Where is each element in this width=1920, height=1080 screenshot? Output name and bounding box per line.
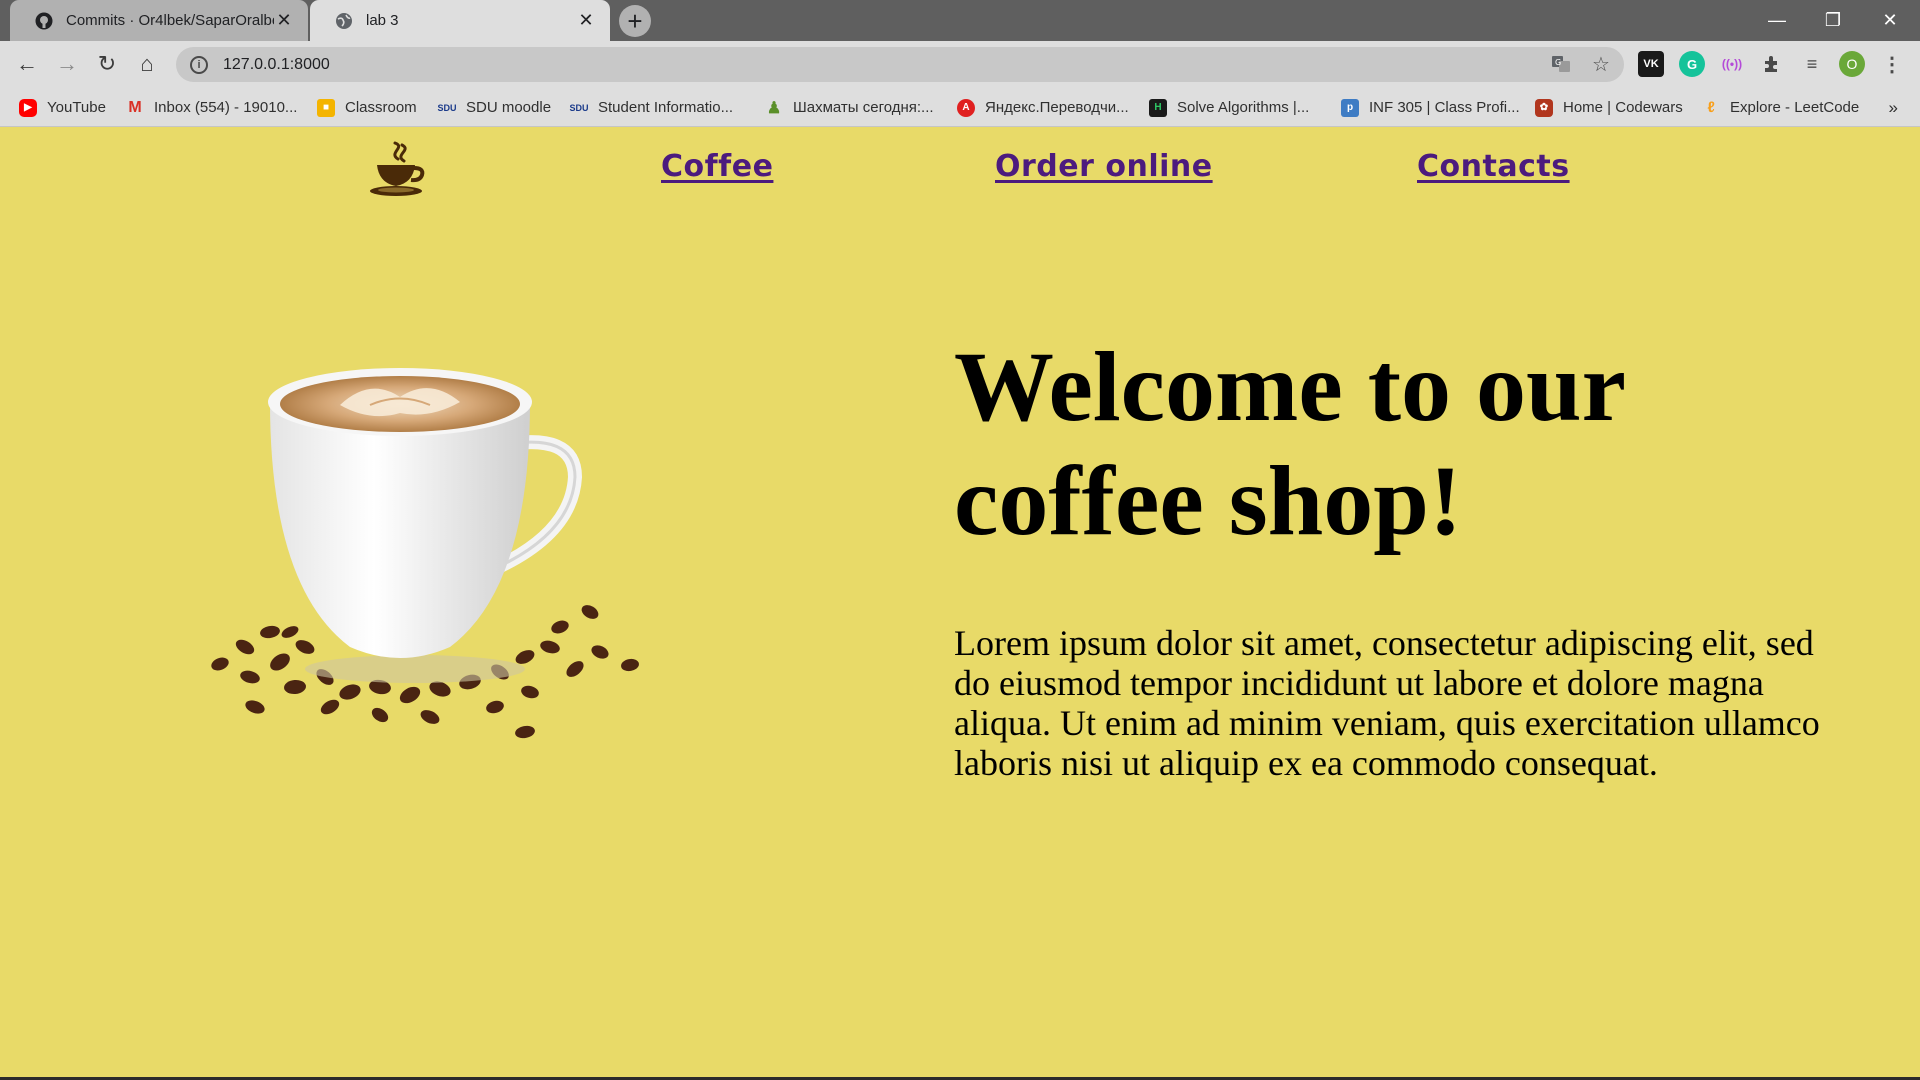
bookmark-label: Шахматы сегодня:...: [793, 99, 934, 116]
nav-link-coffee[interactable]: Coffee: [661, 149, 773, 184]
bookmarks-bar: ▶ YouTube M Inbox (554) - 19010... ■ Cla…: [0, 88, 1920, 127]
bookmark-label: INF 305 | Class Profi...: [1369, 99, 1520, 116]
bookmark-label: Student Informatio...: [598, 99, 734, 116]
home-icon[interactable]: ⌂: [131, 48, 163, 80]
bookmark-yandex-translate[interactable]: A Яндекс.Переводчи...: [957, 88, 1129, 127]
bookmark-gmail[interactable]: M Inbox (554) - 19010...: [126, 88, 297, 127]
hero-title: Welcome to our coffee shop!: [954, 331, 1625, 556]
bookmark-label: Explore - LeetCode: [1730, 99, 1860, 116]
nav-link-contacts[interactable]: Contacts: [1417, 149, 1570, 184]
youtube-icon: ▶: [19, 98, 37, 117]
gmail-icon: M: [128, 98, 142, 116]
tab-title: lab 3: [366, 12, 399, 29]
reload-icon[interactable]: ↻: [91, 48, 123, 80]
sdu-icon: SDU: [437, 102, 457, 113]
piazza-icon: p: [1341, 98, 1359, 117]
close-icon[interactable]: ✕: [576, 10, 596, 31]
sdu-portal-icon: SDU: [569, 102, 589, 113]
grammarly-icon[interactable]: G: [1679, 51, 1705, 77]
cast-extension-icon[interactable]: ((•)): [1719, 51, 1745, 77]
media-queue-icon[interactable]: ≡: [1799, 51, 1825, 77]
site-info-icon[interactable]: i: [190, 55, 208, 74]
tab-strip: Commits · Or4lbek/SaparOralbek ✕ lab 3 ✕…: [0, 0, 1920, 41]
close-icon[interactable]: ✕: [274, 10, 294, 31]
bookmark-codewars[interactable]: ✿ Home | Codewars: [1535, 88, 1683, 127]
vk-extension-icon[interactable]: VK: [1638, 51, 1664, 77]
nav-link-order-online[interactable]: Order online: [995, 149, 1213, 184]
leetcode-icon: ℓ: [1707, 99, 1715, 116]
minimize-icon[interactable]: —: [1749, 0, 1805, 41]
extensions-puzzle-icon[interactable]: [1759, 51, 1785, 77]
new-tab-button[interactable]: +: [619, 5, 651, 37]
github-icon: [34, 11, 54, 31]
yandex-translate-icon: A: [957, 98, 975, 117]
restore-icon[interactable]: ❐: [1805, 0, 1861, 41]
codewars-icon: ✿: [1535, 98, 1553, 117]
bookmark-label: Classroom: [345, 99, 417, 116]
bookmark-hackerrank[interactable]: H Solve Algorithms |...: [1149, 88, 1309, 127]
coffee-cup-logo-icon[interactable]: [362, 141, 432, 201]
bookmark-label: YouTube: [47, 99, 106, 116]
chess-icon: ♟: [766, 99, 782, 117]
url-text: 127.0.0.1:8000: [223, 55, 330, 73]
bookmark-piazza[interactable]: p INF 305 | Class Profi...: [1341, 88, 1520, 127]
profile-avatar[interactable]: O: [1839, 51, 1865, 77]
window-close-icon[interactable]: ✕: [1862, 0, 1918, 41]
forward-arrow-icon[interactable]: →: [51, 48, 83, 80]
address-bar[interactable]: i 127.0.0.1:8000: [176, 47, 1624, 82]
globe-icon: [334, 11, 354, 31]
bookmark-youtube[interactable]: ▶ YouTube: [19, 88, 106, 127]
bookmark-label: Home | Codewars: [1563, 99, 1683, 116]
page-content: Coffee Order online Contacts Welcome to …: [0, 127, 1920, 1077]
bookmark-leetcode[interactable]: ℓ Explore - LeetCode: [1702, 88, 1859, 127]
bookmark-classroom[interactable]: ■ Classroom: [317, 88, 417, 127]
more-bookmarks-chevron-icon[interactable]: »: [1889, 88, 1898, 127]
bookmark-label: Яндекс.Переводчи...: [985, 99, 1129, 116]
back-arrow-icon[interactable]: ←: [11, 48, 43, 80]
svg-text:G: G: [1555, 58, 1561, 67]
bookmark-star-icon[interactable]: ☆: [1586, 49, 1616, 79]
tab-title: Commits · Or4lbek/SaparOralbek: [66, 12, 274, 29]
hero-description: Lorem ipsum dolor sit amet, consectetur …: [954, 623, 1820, 783]
bookmark-sdu-moodle[interactable]: SDU SDU moodle: [437, 88, 552, 127]
bookmark-label: Solve Algorithms |...: [1177, 99, 1310, 116]
classroom-icon: ■: [317, 98, 335, 117]
hackerrank-icon: H: [1149, 98, 1167, 117]
coffee-cup-image: [180, 347, 680, 787]
browser-toolbar: ← → ↻ ⌂ i 127.0.0.1:8000 G ☆ VK G ((•)) …: [0, 41, 1920, 88]
tab-lab-3[interactable]: lab 3 ✕: [310, 0, 610, 41]
menu-kebab-icon[interactable]: ⋮: [1879, 51, 1905, 77]
bookmark-chess[interactable]: ♟ Шахматы сегодня:...: [765, 88, 934, 127]
bookmark-label: SDU moodle: [466, 99, 552, 116]
bookmark-label: Inbox (554) - 19010...: [154, 99, 298, 116]
tab-github-commits[interactable]: Commits · Or4lbek/SaparOralbek ✕: [10, 0, 308, 41]
bookmark-student-information[interactable]: SDU Student Informatio...: [569, 88, 734, 127]
translate-icon[interactable]: G: [1546, 49, 1576, 79]
